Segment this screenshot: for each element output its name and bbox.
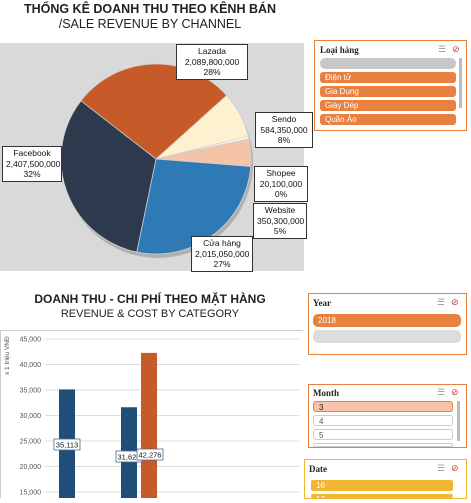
slicer-date: Date ☰ ⊘ 16 17 [304,459,467,499]
bar-3[interactable] [141,352,157,501]
slicer-header: Year [313,298,331,308]
multi-select-icon[interactable]: ☰ [437,297,445,308]
slicer-item-blank[interactable] [320,58,456,69]
bar-title: DOANH THU - CHI PHÍ THEO MẶT HÀNG [34,292,266,306]
pie-label-facebook: Facebook 2,407,500,000 32% [2,146,62,182]
y-tick-label: 20,000 [20,464,42,471]
slicer-header: Month [313,388,340,398]
slicer-item-date-16[interactable]: 16 [311,480,453,491]
pie-label-lazada: Lazada 2,089,800,000 28% [176,44,248,80]
pie-label-value: 584,350,000 [260,124,308,135]
y-axis-label: x 1 triệu VNĐ [4,336,11,375]
clear-filter-icon[interactable]: ⊘ [451,387,459,398]
y-tick-label: 45,000 [20,337,42,344]
data-label: 42,276 [139,450,162,459]
pie-label-sendo: Sendo 584,350,000 8% [255,112,313,148]
slicer-scrollbar[interactable] [457,401,460,441]
data-label: 35,113 [56,440,78,449]
slicer-month: Month ☰ ⊘ 3 4 5 6 [308,384,467,448]
pie-title: THỐNG KÊ DOANH THU THEO KÊNH BÁN [23,2,277,16]
slicer-year: Year ☰ ⊘ 2018 [308,293,467,355]
y-tick-label: 30,000 [20,413,42,420]
slicer-item-giay-dep[interactable]: Giày Dép [320,100,456,111]
bar-subtitle: REVENUE & COST BY CATEGORY [60,308,240,320]
pie-subtitle: /SALE REVENUE BY CHANNEL [58,17,242,31]
pie-label-name: Shopee [266,168,296,178]
slicer-item-gia-dung[interactable]: Gia Dụng [320,86,456,97]
pie-label-website: Website 350,300,000 5% [253,203,307,239]
clear-filter-icon[interactable]: ⊘ [451,297,459,308]
pie-label-name: Website [264,205,296,215]
y-tick-label: 15,000 [20,490,42,497]
pie-label-pct: 32% [23,169,41,179]
pie-label-pct: 5% [273,226,287,236]
slicer-item-month-5[interactable]: 5 [313,429,453,440]
slicer-header: Date [309,464,327,474]
pie-label-value: 2,407,500,000 [6,158,61,169]
slicer-item-month-3[interactable]: 3 [313,401,453,412]
slicer-item-blank[interactable] [313,330,461,343]
pie-label-pct: 8% [277,135,291,145]
pie-label-value: 2,089,800,000 [184,56,240,67]
pie-label-name: Lazada [198,46,226,56]
slicer-item-month-4[interactable]: 4 [313,415,453,426]
slicer-item-dien-tu[interactable]: Điện tử [320,72,456,83]
slicer-item-date-17[interactable]: 17 [311,494,453,498]
pie-label-value: 2,015,050,000 [195,248,250,259]
pie-label-value: 20,100,000 [259,178,303,189]
y-tick-label: 25,000 [20,439,42,446]
multi-select-icon[interactable]: ☰ [437,463,445,474]
slicer-item-month-6[interactable]: 6 [313,443,453,447]
multi-select-icon[interactable]: ☰ [438,44,446,55]
pie-label-shopee: Shopee 20,100,000 0% [254,166,308,202]
pie-label-pct: 0% [274,189,288,199]
pie-label-name: Sendo [271,114,297,124]
y-tick-label: 35,000 [20,388,42,395]
pie-label-cuahang: Cửa hàng 2,015,050,000 27% [191,236,253,272]
slicer-header: Loại hàng [320,45,359,55]
pie-label-name: Facebook [13,148,51,158]
bar-chart: 45,000 40,000 35,000 30,000 25,000 20,000 15,0… [20,337,299,501]
clear-filter-icon[interactable]: ⊘ [452,44,460,55]
slicer-scrollbar[interactable] [459,58,462,108]
clear-filter-icon[interactable]: ⊘ [451,463,459,474]
pie-label-value: 350,300,000 [257,215,305,226]
slicer-item-2018[interactable]: 2018 [313,314,461,327]
bar-chart-area: 45,000 40,000 35,000 30,000 25,000 20,000 15,0… [0,330,303,501]
y-tick-label: 40,000 [20,362,42,369]
slicer-item-quan-ao[interactable]: Quần Áo [320,114,456,125]
pie-label-name: Cửa hàng [203,238,241,248]
pie-label-pct: 28% [203,67,221,77]
slicer-loai-hang: Loại hàng ☰ ⊘ Điện tử Gia Dụng Giày Dép … [314,40,467,131]
pie-label-pct: 27% [213,259,231,269]
multi-select-icon[interactable]: ☰ [437,387,445,398]
